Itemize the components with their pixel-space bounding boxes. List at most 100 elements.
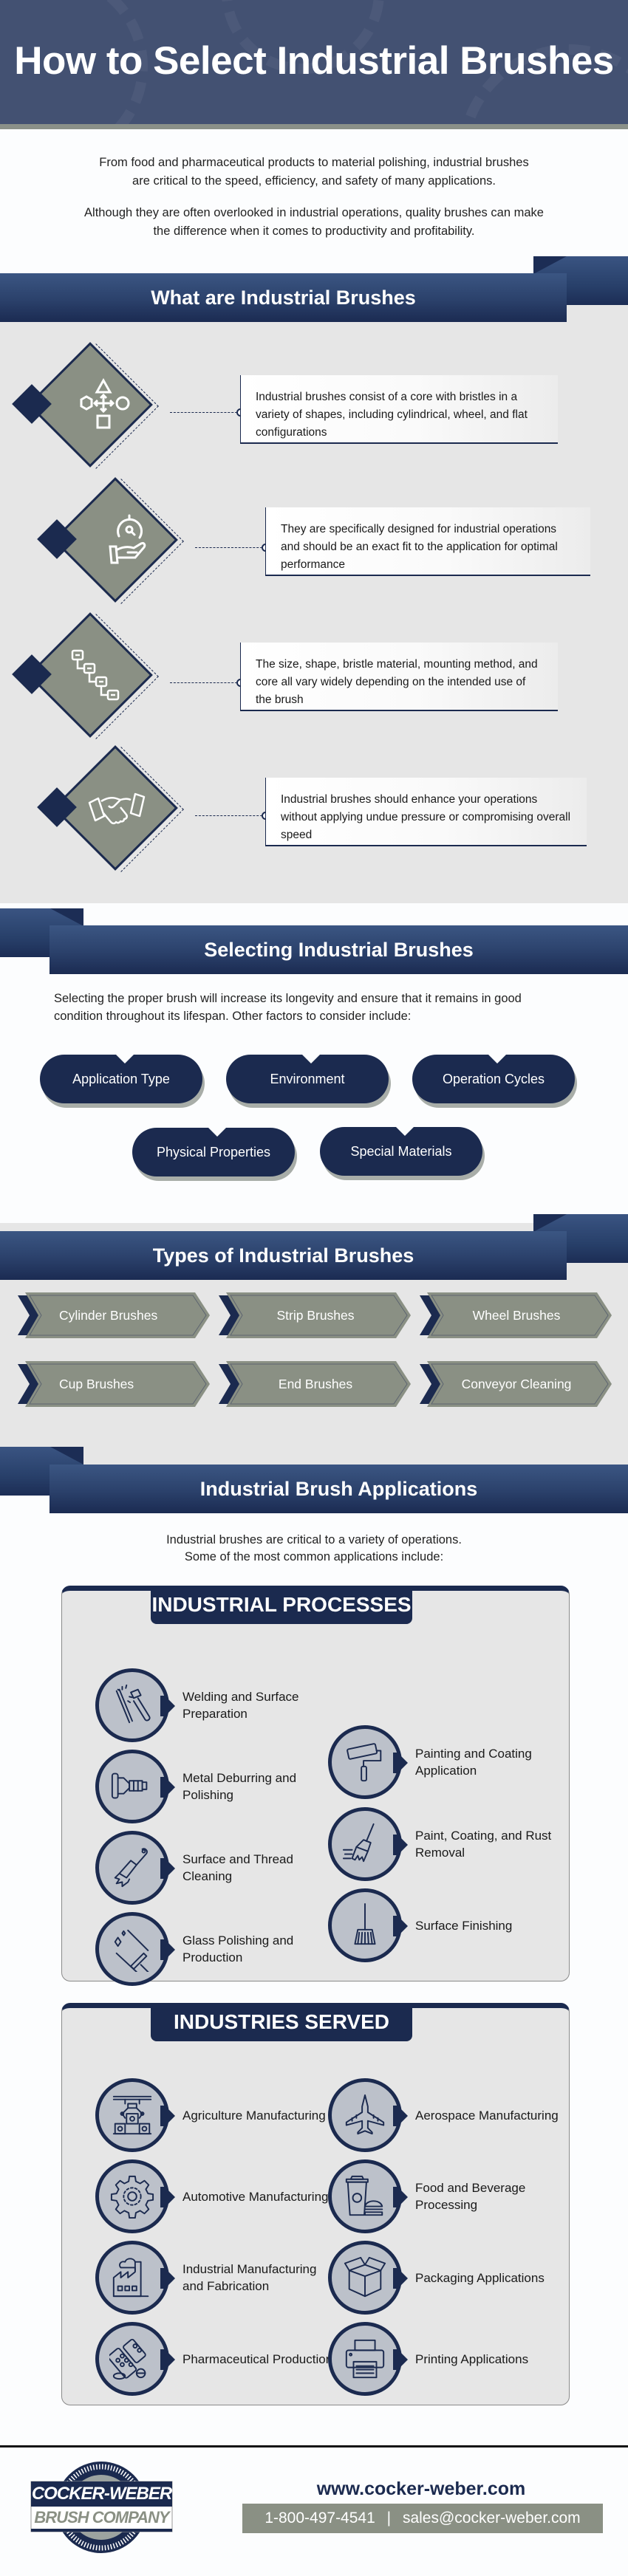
intro-paragraph-2: Although they are often overlooked in in… [44, 204, 584, 241]
company-logo[interactable]: COCKER-WEBER BRUSH COMPANY [30, 2459, 174, 2555]
icon-circle [328, 1888, 402, 1962]
scraper-brush-icon [114, 1848, 148, 1888]
brush-type-label: Cylinder Brushes [59, 1308, 158, 1323]
application-label: Welding and Surface Preparation [182, 1690, 299, 1721]
hero-banner: How to Select Industrial Brushes [0, 0, 628, 124]
ribbon-fold [533, 256, 567, 274]
food-drink-icon [345, 2175, 383, 2216]
intro-paragraph-1: From food and pharmaceutical products to… [44, 154, 584, 191]
brush-type-label: End Brushes [278, 1377, 353, 1391]
what-are-item-1: Industrial brushes consist of a core wit… [0, 332, 628, 473]
application-item: Agriculture Manufacturing [95, 2078, 332, 2152]
application-item: Metal Deburring and Polishing [95, 1750, 332, 1823]
paint-roller-icon [347, 1743, 382, 1782]
panel-title: INDUSTRIAL PROCESSES [151, 1586, 412, 1624]
icon-circle [328, 2078, 402, 2152]
factor-label: Operation Cycles [442, 1072, 545, 1086]
welding-torch-icon [115, 1684, 151, 1724]
brush-type-item: Cup Brushes [18, 1361, 211, 1407]
intro-line: are critical to the speed, efficiency, a… [132, 174, 496, 188]
icon-circle [95, 1912, 169, 1986]
icon-circle [328, 2159, 402, 2233]
application-item: Paint, Coating, and Rust Removal [328, 1807, 564, 1881]
icon-circle [95, 2241, 169, 2315]
circle-pointer-icon [165, 1696, 175, 1716]
circle-pointer-icon [397, 2349, 408, 2370]
application-label: Glass Polishing and Production [182, 1933, 294, 1964]
circle-pointer-icon [165, 1939, 175, 1960]
application-item: Printing Applications [328, 2322, 564, 2396]
circle-pointer-icon [165, 2349, 175, 2370]
pill-notch [301, 1054, 321, 1063]
email-link[interactable]: sales@cocker-weber.com [403, 2510, 581, 2527]
circle-pointer-icon [397, 1835, 408, 1855]
what-are-item-4: Industrial brushes should enhance your o… [0, 736, 628, 876]
description-box: They are specifically designed for indus… [265, 507, 590, 576]
circle-pointer-icon [397, 1916, 408, 1936]
phone-link[interactable]: 1-800-497-4541 [264, 2510, 375, 2527]
connector-line [170, 412, 241, 413]
factor-pill: Physical Properties [132, 1127, 295, 1176]
brush-type-item: Wheel Brushes [420, 1292, 613, 1338]
handshake-icon [88, 792, 146, 825]
section-heading-selecting: Selecting Industrial Brushes [50, 925, 628, 974]
header-divider [0, 124, 628, 129]
printer-icon [345, 2339, 385, 2379]
applications-intro-line: Industrial brushes are critical to a var… [166, 1533, 462, 1546]
icon-circle [328, 1725, 402, 1799]
connector-line [170, 682, 241, 683]
brush-type-item: Cylinder Brushes [18, 1292, 211, 1338]
contact-bar: 1-800-497-4541 | sales@cocker-weber.com [242, 2504, 603, 2533]
industries-served-panel: INDUSTRIES SERVED Agriculture Manufactur… [61, 2003, 570, 2405]
logo-graphic [30, 2462, 173, 2553]
brush-type-label: Strip Brushes [276, 1308, 355, 1323]
brush-type-item: Strip Brushes [219, 1292, 412, 1338]
connector-line [195, 547, 266, 548]
circle-pointer-icon [397, 2268, 408, 2289]
application-item: Surface and Thread Cleaning [95, 1831, 332, 1905]
circle-pointer-icon [397, 1753, 408, 1773]
circle-pointer-icon [397, 2187, 408, 2207]
industrial-processes-panel: INDUSTRIAL PROCESSES Welding and Surface… [61, 1586, 570, 1986]
robot-arm-icon [112, 2095, 152, 2135]
icon-circle [95, 2078, 169, 2152]
intro-line: From food and pharmaceutical products to… [99, 156, 529, 169]
applications-intro-line: Some of the most common applications inc… [184, 1550, 444, 1563]
gear-icon [110, 2175, 154, 2219]
icon-circle [328, 2241, 402, 2315]
application-item: Glass Polishing and Production [95, 1912, 332, 1986]
panel-title: INDUSTRIES SERVED [151, 2003, 412, 2041]
what-are-item-3: The size, shape, bristle material, mount… [0, 603, 628, 743]
application-label: Packaging Applications [415, 2270, 545, 2285]
logo-line-1: COCKER-WEBER [31, 2484, 172, 2504]
section-heading-what-are: What are Industrial Brushes [0, 273, 567, 322]
icon-circle [95, 2159, 169, 2233]
application-label: Surface and Thread Cleaning [182, 1852, 293, 1883]
application-label: Surface Finishing [415, 1918, 513, 1933]
circle-pointer-icon [165, 2187, 175, 2207]
brush-type-label: Conveyor Cleaning [461, 1377, 572, 1391]
paint-brush-icon [342, 1823, 375, 1863]
application-label: Metal Deburring and Polishing [182, 1771, 297, 1802]
icon-circle [95, 2322, 169, 2396]
application-item: Food and Beverage Processing [328, 2159, 564, 2233]
application-label: Industrial Manufacturing and Fabrication [182, 2262, 317, 2293]
contact-separator: | [386, 2510, 392, 2527]
application-item: Pharmaceutical Production [95, 2322, 332, 2396]
factor-pill: Environment [226, 1054, 389, 1103]
application-label: Pharmaceutical Production [182, 2351, 333, 2366]
section-spacer [0, 1182, 628, 1211]
icon-circle [95, 1831, 169, 1905]
footer-divider [0, 2445, 628, 2447]
circle-pointer-icon [165, 1777, 175, 1798]
application-label: Automotive Manufacturing [182, 2189, 329, 2204]
ribbon-fold [533, 1214, 567, 1232]
website-link[interactable]: www.cocker-weber.com [244, 2479, 598, 2500]
icon-circle [328, 2322, 402, 2396]
description-box: Industrial brushes should enhance your o… [265, 778, 587, 846]
pill-notch [488, 1054, 507, 1063]
application-item: Surface Finishing [328, 1888, 564, 1962]
ribbon-fold [50, 1447, 83, 1465]
application-item: Packaging Applications [328, 2241, 564, 2315]
factor-pill: Special Materials [320, 1126, 482, 1176]
